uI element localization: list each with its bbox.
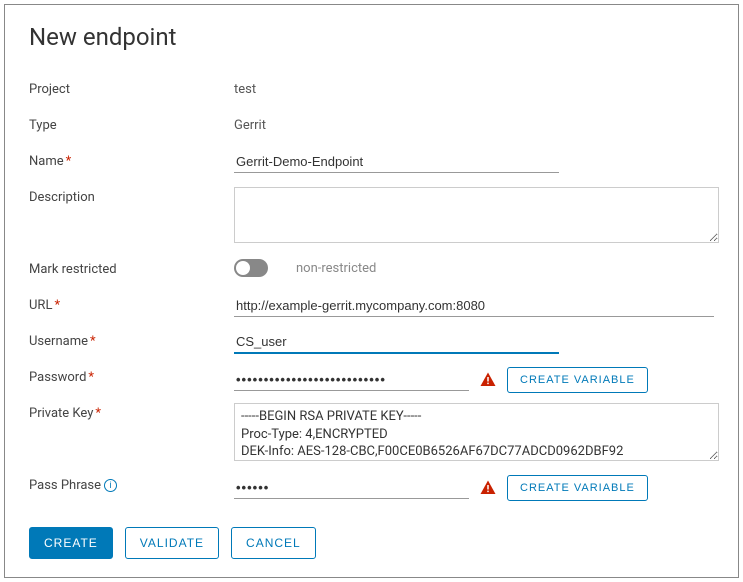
create-variable-button-password[interactable]: CREATE VARIABLE bbox=[507, 367, 648, 393]
private-key-textarea[interactable] bbox=[234, 403, 719, 461]
cancel-button[interactable]: CANCEL bbox=[231, 527, 316, 559]
dialog-footer: CREATE VALIDATE CANCEL bbox=[29, 527, 316, 559]
username-input[interactable] bbox=[234, 331, 559, 354]
info-icon[interactable]: i bbox=[104, 479, 117, 492]
restricted-state-text: non-restricted bbox=[296, 261, 376, 276]
create-button[interactable]: CREATE bbox=[29, 527, 113, 559]
project-label: Project bbox=[29, 79, 234, 97]
pass-phrase-input[interactable] bbox=[234, 477, 469, 499]
mark-restricted-label: Mark restricted bbox=[29, 259, 234, 277]
description-textarea[interactable] bbox=[234, 187, 719, 243]
warning-icon bbox=[479, 371, 497, 389]
name-input[interactable] bbox=[234, 151, 559, 173]
private-key-label: Private Key* bbox=[29, 403, 234, 421]
page-title: New endpoint bbox=[29, 23, 714, 51]
password-input[interactable] bbox=[234, 369, 469, 391]
create-variable-button-passphrase[interactable]: CREATE VARIABLE bbox=[507, 475, 648, 501]
name-label: Name* bbox=[29, 151, 234, 169]
password-label: Password* bbox=[29, 367, 234, 385]
warning-icon bbox=[479, 479, 497, 497]
username-label: Username* bbox=[29, 331, 234, 349]
description-label: Description bbox=[29, 187, 234, 205]
restricted-toggle[interactable] bbox=[234, 259, 268, 277]
new-endpoint-dialog: New endpoint Project test Type Gerrit Na… bbox=[4, 4, 739, 578]
url-label: URL* bbox=[29, 295, 234, 313]
validate-button[interactable]: VALIDATE bbox=[125, 527, 219, 559]
type-label: Type bbox=[29, 115, 234, 133]
type-value: Gerrit bbox=[234, 115, 266, 133]
project-value: test bbox=[234, 79, 256, 97]
pass-phrase-label: Pass Phrasei bbox=[29, 475, 234, 493]
url-input[interactable] bbox=[234, 295, 714, 317]
